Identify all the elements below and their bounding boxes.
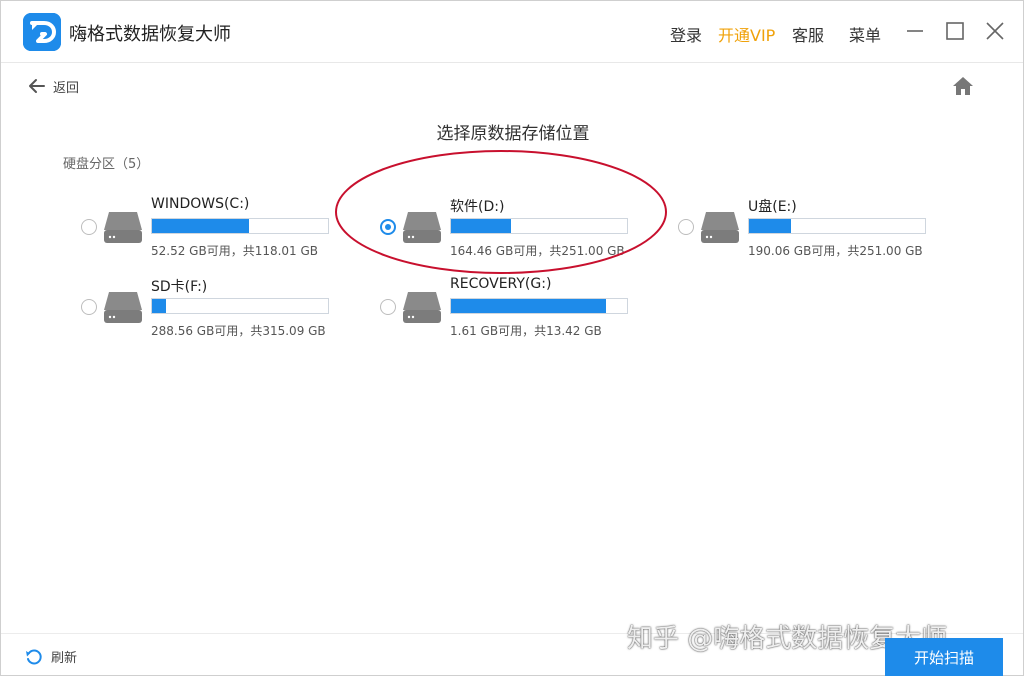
section-label: 硬盘分区（5） xyxy=(63,157,150,172)
drive-name: U盘(E:) xyxy=(748,199,797,215)
hard-disk-icon xyxy=(700,210,740,244)
drive-item-d[interactable]: 软件(D:) 164.46 GB可用，共251.00 GB xyxy=(380,196,660,266)
drive-usage-fill xyxy=(451,299,606,313)
drive-capacity: 52.52 GB可用，共118.01 GB xyxy=(151,244,319,258)
drive-radio[interactable] xyxy=(380,299,396,315)
login-link[interactable]: 登录 xyxy=(670,22,702,46)
hard-disk-icon xyxy=(402,290,442,324)
drive-capacity: 190.06 GB可用，共251.00 GB xyxy=(748,244,923,258)
drive-name: WINDOWS(C:) xyxy=(151,196,250,212)
back-label: 返回 xyxy=(53,80,80,96)
home-button[interactable] xyxy=(951,74,975,98)
drive-item-f[interactable]: SD卡(F:) 288.56 GB可用，共315.09 GB xyxy=(81,276,361,346)
vip-link[interactable]: 开通VIP xyxy=(718,22,775,46)
drive-usage-fill xyxy=(451,219,511,233)
title-bar: 嗨格式数据恢复大师 登录 开通VIP 客服 菜单 xyxy=(1,1,1023,63)
close-button[interactable] xyxy=(981,17,1009,45)
service-link[interactable]: 客服 xyxy=(792,22,824,46)
drive-usage-bar xyxy=(450,298,628,314)
drive-item-g[interactable]: RECOVERY(G:) 1.61 GB可用，共13.42 GB xyxy=(380,276,660,346)
drive-usage-fill xyxy=(152,219,249,233)
drive-capacity: 1.61 GB可用，共13.42 GB xyxy=(450,324,602,338)
home-icon xyxy=(953,77,973,95)
refresh-icon xyxy=(26,648,42,664)
drive-usage-bar xyxy=(151,298,329,314)
drive-item-c[interactable]: WINDOWS(C:) 52.52 GB可用，共118.01 GB xyxy=(81,196,361,266)
app-title: 嗨格式数据恢复大师 xyxy=(69,24,231,45)
page-title: 选择原数据存储位置 xyxy=(436,124,590,144)
maximize-button[interactable] xyxy=(941,17,969,45)
drive-usage-bar xyxy=(450,218,628,234)
drive-capacity: 164.46 GB可用，共251.00 GB xyxy=(450,244,625,258)
app-logo-icon xyxy=(23,13,61,51)
menu-link[interactable]: 菜单 xyxy=(849,22,881,46)
footer-divider xyxy=(1,633,1023,634)
hard-disk-icon xyxy=(103,290,143,324)
drive-item-e[interactable]: U盘(E:) 190.06 GB可用，共251.00 GB xyxy=(678,196,958,266)
drive-capacity: 288.56 GB可用，共315.09 GB xyxy=(151,324,326,338)
drive-radio[interactable] xyxy=(380,219,396,235)
drive-usage-fill xyxy=(152,299,167,313)
drive-radio[interactable] xyxy=(81,299,97,315)
drive-usage-bar xyxy=(151,218,329,234)
drive-name: SD卡(F:) xyxy=(151,279,208,295)
arrow-left-icon xyxy=(29,79,45,93)
minimize-button[interactable] xyxy=(901,17,929,45)
back-button[interactable]: 返回 xyxy=(27,75,79,97)
start-scan-button[interactable]: 开始扫描 xyxy=(885,638,1003,676)
drive-radio[interactable] xyxy=(81,219,97,235)
hard-disk-icon xyxy=(103,210,143,244)
drive-usage-bar xyxy=(748,218,926,234)
drive-name: RECOVERY(G:) xyxy=(450,276,552,292)
hard-disk-icon xyxy=(402,210,442,244)
refresh-button[interactable]: 刷新 xyxy=(25,647,77,666)
refresh-label: 刷新 xyxy=(51,651,78,666)
app-window: 嗨格式数据恢复大师 登录 开通VIP 客服 菜单 返回 选择原数据存储位置 硬盘… xyxy=(0,0,1024,676)
drive-usage-fill xyxy=(749,219,792,233)
drive-name: 软件(D:) xyxy=(450,199,505,215)
drive-radio[interactable] xyxy=(678,219,694,235)
